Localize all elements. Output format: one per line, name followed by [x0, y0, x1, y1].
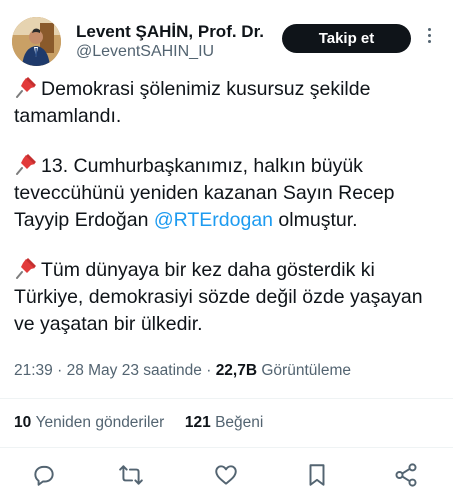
pushpin-icon [16, 154, 36, 175]
views-count: 22,7B [215, 362, 258, 379]
retweet-icon[interactable] [118, 462, 144, 488]
tweet-time[interactable]: 21:39 [14, 362, 53, 379]
tweet-text: Demokrasi şölenimiz kusursuz şekilde tam… [14, 76, 444, 361]
share-icon[interactable] [393, 462, 419, 488]
display-name[interactable]: Levent ŞAHİN, Prof. Dr. [76, 22, 264, 42]
pushpin-icon [16, 77, 36, 98]
avatar[interactable] [12, 17, 61, 66]
likes-count: 121 [184, 414, 211, 431]
tweet-stats: 10 Yeniden gönderiler 121 Beğeni [14, 414, 263, 432]
divider [0, 447, 453, 448]
follow-button[interactable]: Takip et [282, 24, 411, 53]
reply-icon[interactable] [31, 462, 57, 488]
pushpin-icon [16, 258, 36, 279]
tweet-paragraph: Demokrasi şölenimiz kusursuz şekilde tam… [14, 77, 371, 127]
like-icon[interactable] [213, 462, 239, 488]
tweet-meta: 21:39 · 28 May 23 saatinde · 22,7B Görün… [14, 362, 351, 380]
author-info[interactable]: Levent ŞAHİN, Prof. Dr. @LeventSAHIN_IU [76, 22, 264, 62]
tweet-header: Levent ŞAHİN, Prof. Dr. @LeventSAHIN_IU … [0, 0, 453, 70]
likes-label: Beğeni [215, 414, 264, 431]
tweet-paragraph: Tüm dünyaya bir kez daha gösterdik ki Tü… [14, 258, 423, 335]
views-label: Görüntüleme [261, 362, 351, 379]
action-bar [0, 458, 453, 492]
retweets-count: 10 [14, 414, 32, 431]
likes-stat[interactable]: 121 Beğeni [185, 414, 263, 431]
retweets-stat[interactable]: 10 Yeniden gönderiler [14, 414, 164, 431]
divider [0, 398, 453, 399]
tweet-paragraph: 13. Cumhurbaşkanımız, halkın büyük tevec… [14, 154, 395, 231]
bookmark-icon[interactable] [304, 462, 330, 488]
handle[interactable]: @LeventSAHIN_IU [76, 42, 264, 62]
tweet-date[interactable]: 28 May 23 saatinde [67, 362, 202, 379]
retweets-label: Yeniden gönderiler [35, 414, 165, 431]
meta-separator: · [57, 362, 63, 379]
mention-link[interactable]: @RTErdogan [154, 209, 273, 231]
more-options-icon[interactable] [424, 28, 434, 50]
meta-separator: · [206, 362, 212, 379]
